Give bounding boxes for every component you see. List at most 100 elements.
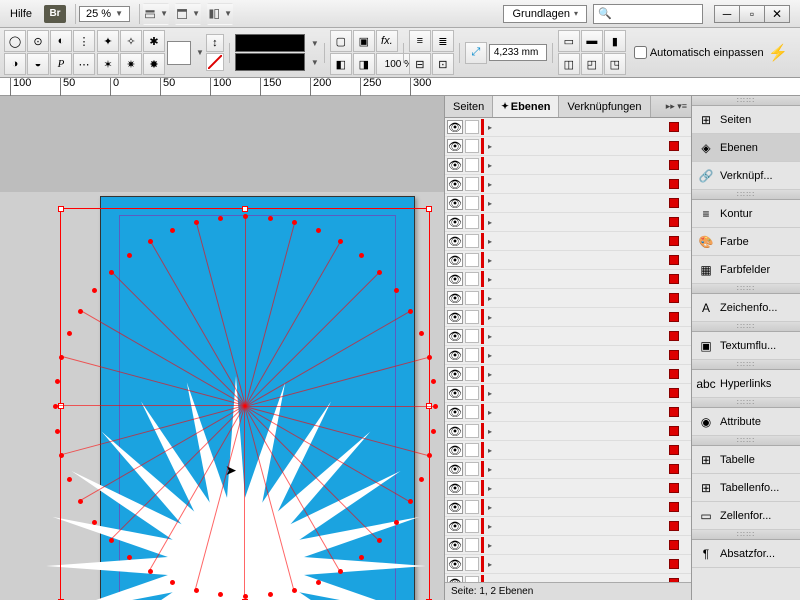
zoom-dropdown[interactable]: 25 %▼ (79, 6, 130, 22)
visibility-toggle[interactable]: 👁 (447, 177, 463, 191)
visibility-toggle[interactable]: 👁 (447, 443, 463, 457)
view-mode-button-2[interactable]: ▼ (175, 3, 201, 25)
panel-button-farbfelder[interactable]: ▦Farbfelder (692, 256, 800, 284)
lock-toggle[interactable] (465, 329, 479, 343)
tool-button[interactable]: P (50, 53, 72, 75)
tool-button[interactable]: ▣ (353, 30, 375, 52)
layer-row[interactable]: 👁▸ (445, 498, 691, 517)
arrange-button[interactable]: ▼ (207, 3, 233, 25)
layer-row[interactable]: 👁▸ (445, 327, 691, 346)
visibility-toggle[interactable]: 👁 (447, 120, 463, 134)
layer-row[interactable]: 👁▸ (445, 232, 691, 251)
view-mode-button-1[interactable]: ▼ (143, 3, 169, 25)
tool-button[interactable]: ◯ (4, 30, 26, 52)
lock-toggle[interactable] (465, 462, 479, 476)
layer-row[interactable]: 👁▸ (445, 422, 691, 441)
tool-button[interactable]: ✦ (97, 30, 119, 52)
lock-toggle[interactable] (465, 424, 479, 438)
tool-button[interactable]: ◒ (27, 53, 49, 75)
align-button[interactable]: ⊡ (432, 53, 454, 75)
visibility-toggle[interactable]: 👁 (447, 310, 463, 324)
layer-list[interactable]: 👁▸👁▸👁▸👁▸👁▸👁▸👁▸👁▸👁▸👁▸👁▸👁▸👁▸👁▸👁▸👁▸👁▸👁▸👁▸👁▸… (445, 118, 691, 582)
panel-button-zellenfor[interactable]: ▭Zellenfor... (692, 502, 800, 530)
panel-collapse-button[interactable]: ▸▸ ▾≡ (662, 96, 691, 117)
layer-row[interactable]: 👁▸ (445, 251, 691, 270)
lock-toggle[interactable] (465, 500, 479, 514)
fit-button[interactable]: ▮ (604, 30, 626, 52)
lock-toggle[interactable] (465, 253, 479, 267)
visibility-toggle[interactable]: 👁 (447, 386, 463, 400)
lock-toggle[interactable] (465, 481, 479, 495)
fit-button[interactable]: ▬ (581, 30, 603, 52)
tool-button[interactable]: ⋮ (73, 30, 95, 52)
fit-button[interactable]: ◳ (604, 53, 626, 75)
layer-row[interactable]: 👁▸ (445, 536, 691, 555)
visibility-toggle[interactable]: 👁 (447, 139, 463, 153)
swap-button[interactable]: ↕ (206, 34, 224, 52)
lock-toggle[interactable] (465, 139, 479, 153)
layer-row[interactable]: 👁▸ (445, 213, 691, 232)
layer-row[interactable]: 👁▸ (445, 517, 691, 536)
panel-button-tabelle[interactable]: ⊞Tabelle (692, 446, 800, 474)
layer-row[interactable]: 👁▸ (445, 156, 691, 175)
tool-button[interactable]: ⊙ (27, 30, 49, 52)
tool-button[interactable]: ◧ (330, 53, 352, 75)
layer-row[interactable]: 👁▸ (445, 384, 691, 403)
grip-icon[interactable]: ∷∷∷ (692, 96, 800, 106)
lock-toggle[interactable] (465, 405, 479, 419)
visibility-toggle[interactable]: 👁 (447, 405, 463, 419)
help-menu[interactable]: Hilfe (4, 8, 38, 20)
layer-row[interactable]: 👁▸ (445, 574, 691, 582)
panel-button-verknpf[interactable]: 🔗Verknüpf... (692, 162, 800, 190)
visibility-toggle[interactable]: 👁 (447, 462, 463, 476)
panel-button-farbe[interactable]: 🎨Farbe (692, 228, 800, 256)
layer-row[interactable]: 👁▸ (445, 175, 691, 194)
align-button[interactable]: ≣ (432, 30, 454, 52)
lock-toggle[interactable] (465, 348, 479, 362)
visibility-toggle[interactable]: 👁 (447, 348, 463, 362)
visibility-toggle[interactable]: 👁 (447, 500, 463, 514)
panel-button-tabellenfo[interactable]: ⊞Tabellenfo... (692, 474, 800, 502)
visibility-toggle[interactable]: 👁 (447, 519, 463, 533)
layer-row[interactable]: 👁▸ (445, 346, 691, 365)
panel-button-absatzfor[interactable]: ¶Absatzfor... (692, 540, 800, 568)
panel-button-kontur[interactable]: ≡Kontur (692, 200, 800, 228)
close-button[interactable]: ✕ (764, 5, 790, 23)
bridge-button[interactable]: Br (44, 5, 66, 23)
fit-button[interactable]: ◰ (581, 53, 603, 75)
fit-button[interactable]: ◫ (558, 53, 580, 75)
lock-toggle[interactable] (465, 196, 479, 210)
lock-toggle[interactable] (465, 310, 479, 324)
panel-button-textumflu[interactable]: ▣Textumflu... (692, 332, 800, 360)
visibility-toggle[interactable]: 👁 (447, 329, 463, 343)
visibility-toggle[interactable]: 👁 (447, 481, 463, 495)
tab-verknupfungen[interactable]: Verknüpfungen (559, 96, 650, 117)
fit-button[interactable]: ▭ (558, 30, 580, 52)
layer-row[interactable]: 👁▸ (445, 137, 691, 156)
visibility-toggle[interactable]: 👁 (447, 367, 463, 381)
lock-toggle[interactable] (465, 557, 479, 571)
tool-button[interactable]: ✱ (143, 30, 165, 52)
lock-toggle[interactable] (465, 443, 479, 457)
autofit-checkbox[interactable]: Automatisch einpassen (634, 46, 764, 59)
lock-toggle[interactable] (465, 234, 479, 248)
tool-button[interactable]: ✶ (97, 53, 119, 75)
align-button[interactable]: ≡ (409, 30, 431, 52)
tool-button[interactable]: ▢ (330, 30, 352, 52)
tool-button[interactable]: ✷ (120, 53, 142, 75)
layer-row[interactable]: 👁▸ (445, 289, 691, 308)
visibility-toggle[interactable]: 👁 (447, 538, 463, 552)
lock-toggle[interactable] (465, 519, 479, 533)
lock-toggle[interactable] (465, 215, 479, 229)
lock-toggle[interactable] (465, 386, 479, 400)
fill-swatch[interactable] (167, 41, 191, 65)
lock-toggle[interactable] (465, 367, 479, 381)
bolt-icon[interactable]: ⚡ (768, 43, 796, 63)
visibility-toggle[interactable]: 👁 (447, 234, 463, 248)
stroke-swatch-2[interactable] (235, 53, 305, 71)
search-input[interactable]: 🔍 (593, 4, 703, 24)
layer-row[interactable]: 👁▸ (445, 118, 691, 137)
lock-toggle[interactable] (465, 158, 479, 172)
workspace-dropdown[interactable]: Grundlagen▾ (503, 5, 587, 23)
tab-ebenen[interactable]: ✦Ebenen (493, 96, 559, 117)
